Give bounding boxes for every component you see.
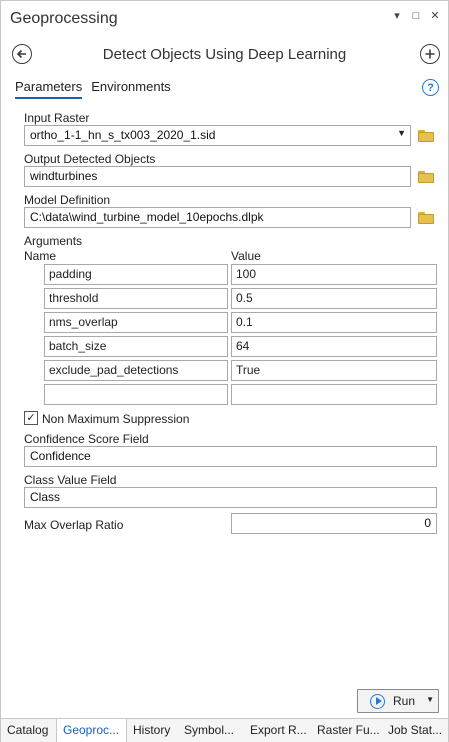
tab-history[interactable]: History <box>127 719 178 742</box>
max-overlap-label: Max Overlap Ratio <box>24 518 124 532</box>
folder-browse-icon[interactable] <box>418 212 434 224</box>
argument-value-cell[interactable]: 100 <box>231 264 437 285</box>
input-raster-value: ortho_1-1_hn_s_tx003_2020_1.sid <box>30 128 216 142</box>
model-definition-label: Model Definition <box>24 193 111 207</box>
arguments-value-header: Value <box>231 249 261 263</box>
run-play-icon <box>370 693 385 709</box>
argument-value-cell[interactable]: 0.1 <box>231 312 437 333</box>
run-button-label: Run <box>393 694 416 708</box>
tab-symbology[interactable]: Symbol... <box>178 719 244 742</box>
argument-value-cell-empty[interactable] <box>231 384 437 405</box>
maximize-icon[interactable]: □ <box>411 9 421 23</box>
class-field-label: Class Value Field <box>24 473 117 487</box>
output-objects-label: Output Detected Objects <box>24 152 156 166</box>
argument-name-cell-empty[interactable] <box>44 384 228 405</box>
argument-value-cell[interactable]: True <box>231 360 437 381</box>
pane-title-bar: Geoprocessing ▾ □ ✕ <box>1 1 448 37</box>
tab-parameters[interactable]: Parameters <box>15 79 83 99</box>
argument-value-cell[interactable]: 64 <box>231 336 437 357</box>
argument-value-cell[interactable]: 0.5 <box>231 288 437 309</box>
arguments-label: Arguments <box>24 234 83 248</box>
tool-title: Detect Objects Using Deep Learning <box>102 46 347 63</box>
tab-raster-functions[interactable]: Raster Fu... <box>311 719 382 742</box>
tab-job-status[interactable]: Job Stat... <box>382 719 446 742</box>
confidence-field-input[interactable]: Confidence <box>24 446 437 467</box>
bottom-tab-strip: Catalog Geoproc... History Symbol... Exp… <box>1 718 448 742</box>
output-objects-field[interactable]: windturbines <box>24 166 411 187</box>
tab-export-raster[interactable]: Export R... <box>244 719 311 742</box>
class-field-input[interactable]: Class <box>24 487 437 508</box>
chevron-down-icon: ▼ <box>397 128 406 138</box>
close-icon[interactable]: ✕ <box>430 9 440 23</box>
argument-name-cell: threshold <box>44 288 228 309</box>
folder-browse-icon[interactable] <box>418 171 434 183</box>
confidence-field-label: Confidence Score Field <box>24 432 149 446</box>
model-definition-field[interactable]: C:\data\wind_turbine_model_10epochs.dlpk <box>24 207 411 228</box>
argument-name-cell: exclude_pad_detections <box>44 360 228 381</box>
tab-catalog[interactable]: Catalog <box>1 719 56 742</box>
pane-title: Geoprocessing <box>10 10 118 27</box>
argument-name-cell: padding <box>44 264 228 285</box>
help-icon[interactable]: ? <box>422 79 439 96</box>
arguments-name-header: Name <box>24 249 57 263</box>
tab-environments[interactable]: Environments <box>91 79 170 99</box>
nms-checkbox[interactable]: ✓ <box>24 411 38 425</box>
folder-browse-icon[interactable] <box>418 130 434 142</box>
tool-header: Detect Objects Using Deep Learning <box>1 39 448 71</box>
input-raster-dropdown[interactable]: ortho_1-1_hn_s_tx003_2020_1.sid ▼ <box>24 125 411 146</box>
chevron-down-icon[interactable]: ▼ <box>426 695 434 704</box>
nms-label: Non Maximum Suppression <box>42 412 190 426</box>
window-controls: ▾ □ ✕ <box>392 9 440 23</box>
tool-tabs: Parameters Environments <box>15 79 171 99</box>
max-overlap-input[interactable]: 0 <box>231 513 437 534</box>
input-raster-label: Input Raster <box>24 111 90 125</box>
options-menu-icon[interactable]: ▾ <box>392 9 402 23</box>
argument-name-cell: nms_overlap <box>44 312 228 333</box>
geoprocessing-pane: Geoprocessing ▾ □ ✕ Detect Objects Using… <box>0 0 449 742</box>
argument-name-cell: batch_size <box>44 336 228 357</box>
add-circle-icon[interactable] <box>420 44 440 64</box>
tab-geoprocessing[interactable]: Geoproc... <box>56 719 127 742</box>
run-button[interactable]: Run ▼ <box>357 689 439 713</box>
